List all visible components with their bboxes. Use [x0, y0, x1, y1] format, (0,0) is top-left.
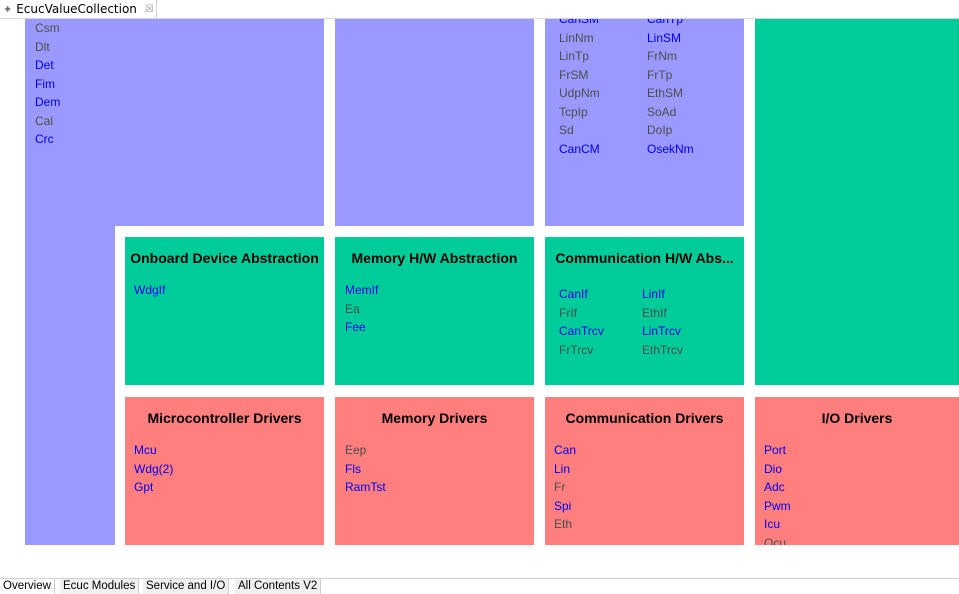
architecture-canvas: Csm Dlt Det Fim Dem Cal Crc CanSM LinNm LinTp FrS… [0, 19, 959, 575]
module-item[interactable]: Dio [764, 460, 791, 479]
module-item[interactable]: Ocu [764, 534, 791, 546]
module-item[interactable]: LinTrcv [642, 322, 683, 341]
module-item[interactable]: Can [554, 441, 576, 460]
io-drivers-title: I/O Drivers [821, 410, 893, 426]
memory-services-block[interactable] [335, 19, 534, 226]
tab-ecuc-modules-label: Ecuc Modules [63, 580, 136, 592]
tab-service-and-io[interactable]: Service and I/O [143, 579, 230, 594]
editor-page-tabs: Overview Ecuc Modules Service and I/O Al… [0, 578, 959, 594]
communication-hw-abstraction-title: Communication H/W Abs... [555, 250, 734, 266]
module-item[interactable]: FrTp [647, 66, 694, 85]
editor-tab-title: EcucValueCollection [16, 2, 137, 16]
module-item[interactable]: LinTp [559, 47, 600, 66]
module-item[interactable]: CanIf [559, 285, 604, 304]
module-item[interactable]: Port [764, 441, 791, 460]
module-item[interactable]: Adc [764, 478, 791, 497]
module-item[interactable]: UdpNm [559, 84, 600, 103]
module-item[interactable]: Fls [345, 460, 386, 479]
module-item[interactable]: EthIf [642, 304, 683, 323]
comm-drivers-list: Can Lin Fr Spi Eth [554, 441, 576, 534]
onboard-abs-list: WdgIf [134, 281, 165, 300]
module-item[interactable]: Fee [345, 318, 378, 337]
communication-hw-abstraction-block[interactable]: Communication H/W Abs... CanIf FrIf CanTrc… [545, 237, 744, 385]
memory-abs-list: MemIf Ea Fee [345, 281, 378, 337]
module-item[interactable]: Fim [35, 75, 60, 94]
module-item[interactable]: Wdg(2) [134, 460, 173, 479]
io-hardware-abstraction-block[interactable] [755, 19, 959, 385]
module-item[interactable]: FrIf [559, 304, 604, 323]
tab-overview-label: Overview [3, 580, 51, 592]
module-item[interactable]: Sd [559, 121, 600, 140]
module-item[interactable]: Spi [554, 497, 576, 516]
module-item[interactable]: CanCM [559, 140, 600, 159]
module-item[interactable]: FrNm [647, 47, 694, 66]
module-item[interactable]: CanTp [647, 19, 694, 29]
module-item[interactable]: Dem [35, 93, 60, 112]
module-item[interactable]: Csm [35, 19, 60, 38]
module-item[interactable]: LinIf [642, 285, 683, 304]
module-item[interactable]: CanTrcv [559, 322, 604, 341]
module-item[interactable]: Eep [345, 441, 386, 460]
module-item[interactable]: MemIf [345, 281, 378, 300]
module-item[interactable]: OsekNm [647, 140, 694, 159]
editor-tab-bar: ✦ EcucValueCollection ☒ [0, 0, 959, 19]
memory-hw-abstraction-block[interactable]: Memory H/W Abstraction MemIf Ea Fee [335, 237, 534, 385]
memory-drivers-list: Eep Fls RamTst [345, 441, 386, 497]
module-item[interactable]: FrTrcv [559, 341, 604, 360]
module-item[interactable]: LinSM [647, 29, 694, 48]
comm-services-left-list: CanSM LinNm LinTp FrSM UdpNm TcpIp Sd CanCM [559, 19, 600, 158]
tab-all-contents-v2[interactable]: All Contents V2 [235, 579, 322, 594]
tab-overview[interactable]: Overview [0, 579, 55, 594]
module-item[interactable]: LinNm [559, 29, 600, 48]
module-item[interactable]: Fr [554, 478, 576, 497]
tab-ecuc-modules[interactable]: Ecuc Modules [60, 579, 140, 594]
communication-drivers-title: Communication Drivers [565, 410, 724, 426]
communication-services-block[interactable]: CanSM LinNm LinTp FrSM UdpNm TcpIp Sd CanCM Can… [545, 19, 744, 226]
module-item[interactable]: Ea [345, 300, 378, 319]
module-item[interactable]: Cal [35, 112, 60, 131]
onboard-device-abstraction-title: Onboard Device Abstraction [130, 250, 319, 266]
close-icon[interactable]: ☒ [145, 4, 154, 15]
system-services-block-side[interactable] [25, 226, 115, 545]
tab-service-and-io-label: Service and I/O [146, 580, 226, 592]
module-item[interactable]: TcpIp [559, 103, 600, 122]
module-item[interactable]: Icu [764, 515, 791, 534]
ecuc-collection-icon: ✦ [3, 2, 13, 16]
io-drivers-list: Port Dio Adc Pwm Icu Ocu [764, 441, 791, 545]
module-item[interactable]: Pwm [764, 497, 791, 516]
mcu-drivers-list: Mcu Wdg(2) Gpt [134, 441, 173, 497]
system-services-list: Csm Dlt Det Fim Dem Cal Crc [35, 19, 60, 149]
module-item[interactable]: RamTst [345, 478, 386, 497]
io-drivers-block[interactable]: I/O Drivers Port Dio Adc Pwm Icu Ocu [755, 397, 959, 545]
module-item[interactable]: EthSM [647, 84, 694, 103]
comm-services-right-list: CanTp LinSM FrNm FrTp EthSM SoAd DoIp OsekNm [647, 19, 694, 158]
module-item[interactable]: EthTrcv [642, 341, 683, 360]
module-item[interactable]: Eth [554, 515, 576, 534]
onboard-device-abstraction-block[interactable]: Onboard Device Abstraction WdgIf [125, 237, 324, 385]
module-item[interactable]: CanSM [559, 19, 600, 29]
editor-tab[interactable]: ✦ EcucValueCollection ☒ [0, 0, 157, 18]
tab-all-contents-v2-label: All Contents V2 [238, 580, 318, 592]
system-services-block-top[interactable]: Csm Dlt Det Fim Dem Cal Crc [25, 19, 324, 226]
module-item[interactable]: Mcu [134, 441, 173, 460]
memory-drivers-block[interactable]: Memory Drivers Eep Fls RamTst [335, 397, 534, 545]
module-item[interactable]: DoIp [647, 121, 694, 140]
memory-drivers-title: Memory Drivers [381, 410, 488, 426]
module-item[interactable]: Gpt [134, 478, 173, 497]
module-item[interactable]: WdgIf [134, 281, 165, 300]
communication-drivers-block[interactable]: Communication Drivers Can Lin Fr Spi Eth [545, 397, 744, 545]
module-item[interactable]: FrSM [559, 66, 600, 85]
module-item[interactable]: Lin [554, 460, 576, 479]
comm-abs-left-list: CanIf FrIf CanTrcv FrTrcv [559, 285, 604, 359]
module-item[interactable]: Crc [35, 130, 60, 149]
microcontroller-drivers-title: Microcontroller Drivers [147, 410, 302, 426]
module-item[interactable]: SoAd [647, 103, 694, 122]
module-item[interactable]: Det [35, 56, 60, 75]
microcontroller-drivers-block[interactable]: Microcontroller Drivers Mcu Wdg(2) Gpt [125, 397, 324, 545]
comm-abs-right-list: LinIf EthIf LinTrcv EthTrcv [642, 285, 683, 359]
memory-hw-abstraction-title: Memory H/W Abstraction [351, 250, 518, 266]
module-item[interactable]: Dlt [35, 38, 60, 57]
